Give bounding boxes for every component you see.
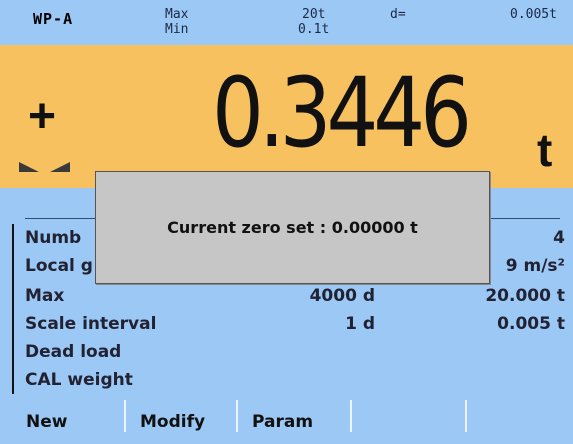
modify-button[interactable]: Modify — [124, 400, 236, 432]
status-header: WP-A Max Min 20t 0.1t d= 0.005t — [0, 0, 573, 45]
division-value: 0.005t — [510, 7, 557, 22]
weight-unit: t — [537, 124, 553, 176]
row-label: Numb — [25, 228, 82, 248]
list-item: Max 4000 d 20.000 t — [25, 286, 565, 310]
row-value-2: 4 — [553, 228, 565, 248]
min-capacity: 0.1t — [298, 22, 330, 37]
weight-reading: 0.3446 — [212, 57, 472, 169]
info-dialog[interactable]: Current zero set : 0.00000 t — [95, 171, 490, 284]
row-label: CAL weight — [25, 370, 133, 390]
stability-left-icon — [19, 162, 39, 172]
row-label: Scale interval — [25, 314, 157, 334]
min-label: Min — [165, 22, 189, 37]
row-value-1: 1 d — [345, 314, 375, 334]
row-label: Dead load — [25, 342, 122, 362]
list-item: Dead load — [25, 342, 565, 366]
softkey-4-button[interactable] — [350, 400, 465, 432]
list-item: CAL weight — [25, 370, 565, 394]
list-item: Scale interval 1 d 0.005 t — [25, 314, 565, 338]
row-label: Local g — [25, 256, 93, 276]
row-value-2: 20.000 t — [485, 286, 565, 306]
scroll-thumb — [12, 372, 14, 394]
row-label: Max — [25, 286, 65, 306]
softkey-bar: New Modify Param — [0, 400, 573, 432]
row-value-2: 0.005 t — [497, 314, 565, 334]
max-capacity: 20t — [302, 7, 326, 22]
param-button[interactable]: Param — [236, 400, 350, 432]
scroll-indicator — [12, 224, 14, 380]
softkey-5-button[interactable] — [465, 400, 573, 432]
device-id: WP-A — [33, 10, 74, 28]
sign-indicator: + — [28, 90, 57, 143]
max-label: Max — [165, 7, 189, 22]
weight-display: + 0.3446 t — [0, 45, 573, 188]
stability-right-icon — [50, 162, 70, 172]
row-value-2: 9 m/s² — [505, 256, 565, 276]
dialog-message: Current zero set : 0.00000 t — [167, 218, 418, 237]
division-label: d= — [390, 7, 406, 22]
new-button[interactable]: New — [0, 400, 124, 432]
row-value-1: 4000 d — [309, 286, 375, 306]
